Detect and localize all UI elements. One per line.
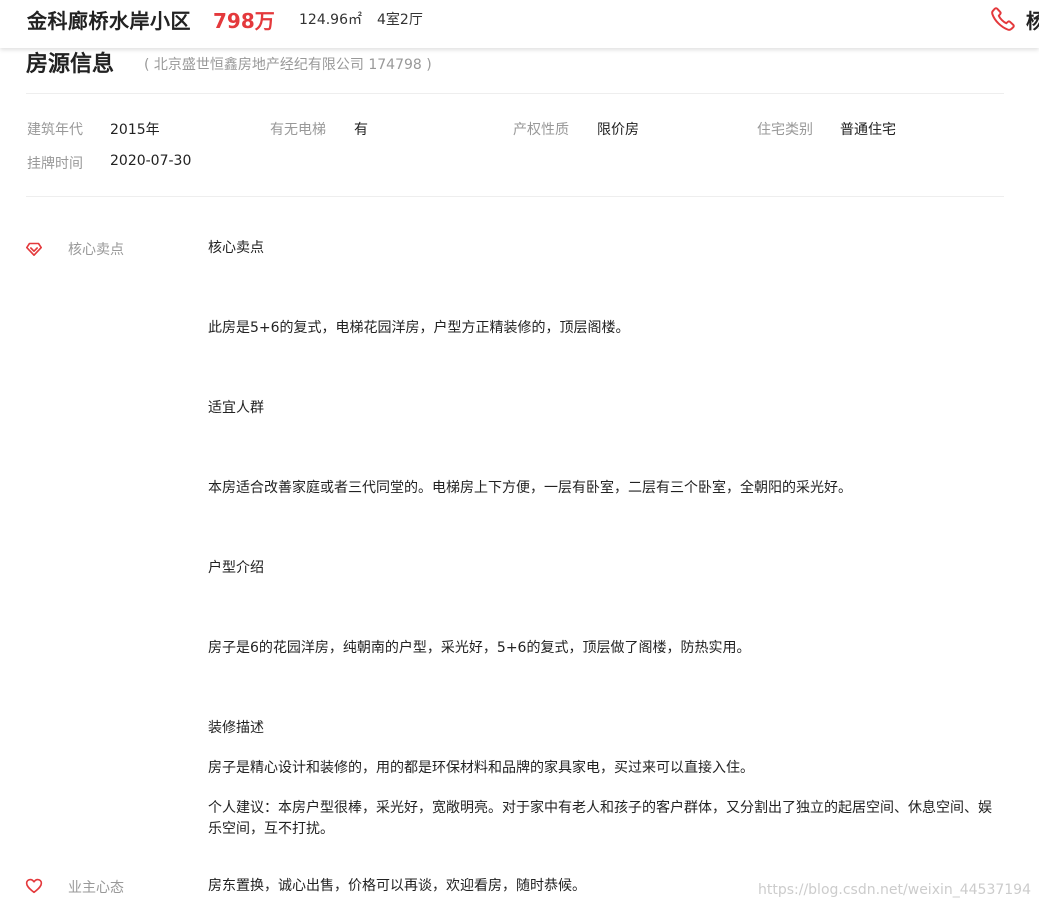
elevator-value: 有 [354, 122, 368, 138]
build-year-value: 2015年 [110, 122, 160, 138]
watermark: https://blog.csdn.net/weixin_44537194 [757, 882, 1031, 898]
phone-agent-text[interactable]: 杨 [1026, 5, 1039, 34]
heart-icon [25, 878, 43, 894]
listing-date-label: 挂牌时间 [27, 156, 83, 172]
diamond-heart-icon [25, 242, 43, 257]
core-selling-heading: 核心卖点 [208, 240, 264, 256]
layout-intro-text: 房子是6的花园洋房，纯朝南的户型，采光好，5+6的复式，顶层做了阁楼，防热实用。 [208, 640, 751, 656]
build-year-label: 建筑年代 [27, 122, 83, 138]
listing-date-value: 2020-07-30 [110, 153, 192, 169]
residence-type-value: 普通住宅 [840, 122, 896, 138]
property-type-label: 产权性质 [513, 122, 569, 138]
residence-type-label: 住宅类别 [757, 122, 813, 138]
sticky-header: 金科廊桥水岸小区 798万 124.96㎡ 4室2厅 杨 [0, 0, 1039, 48]
divider [26, 93, 1004, 94]
info-row-1: 建筑年代 2015年 有无电梯 有 产权性质 限价房 住宅类别 普通住宅 [0, 119, 1039, 139]
core-selling-label: 核心卖点 [68, 242, 124, 258]
total-price: 798万 [213, 9, 275, 33]
decoration-text: 房子是精心设计和装修的，用的都是环保材料和品牌的家具家电，买过来可以直接入住。 [208, 760, 754, 776]
agency-info: ( 北京盛世恒鑫房地产经纪有限公司 174798 ) [144, 57, 432, 73]
house-area: 124.96㎡ [299, 12, 362, 28]
target-group-text: 本房适合改善家庭或者三代同堂的。电梯房上下方便，一层有卧室，二层有三个卧室，全朝… [208, 480, 852, 496]
target-group-heading: 适宜人群 [208, 400, 264, 416]
section-title: 房源信息 [26, 52, 115, 77]
community-name[interactable]: 金科廊桥水岸小区 [27, 5, 191, 34]
personal-advice-text: 个人建议：本房户型很棒，采光好，宽敞明亮。对于家中有老人和孩子的客户群体，又分割… [208, 800, 992, 837]
property-type-value: 限价房 [597, 122, 639, 138]
layout-intro-heading: 户型介绍 [208, 560, 264, 576]
decoration-heading: 装修描述 [208, 720, 264, 736]
house-layout: 4室2厅 [377, 12, 423, 28]
core-selling-text: 此房是5+6的复式，电梯花园洋房，户型方正精装修的，顶层阁楼。 [208, 320, 630, 336]
info-row-2: 挂牌时间 2020-07-30 [0, 153, 1039, 173]
owner-mind-label: 业主心态 [68, 880, 124, 896]
phone-icon[interactable] [990, 6, 1016, 32]
elevator-label: 有无电梯 [270, 122, 326, 138]
divider [26, 196, 1004, 197]
